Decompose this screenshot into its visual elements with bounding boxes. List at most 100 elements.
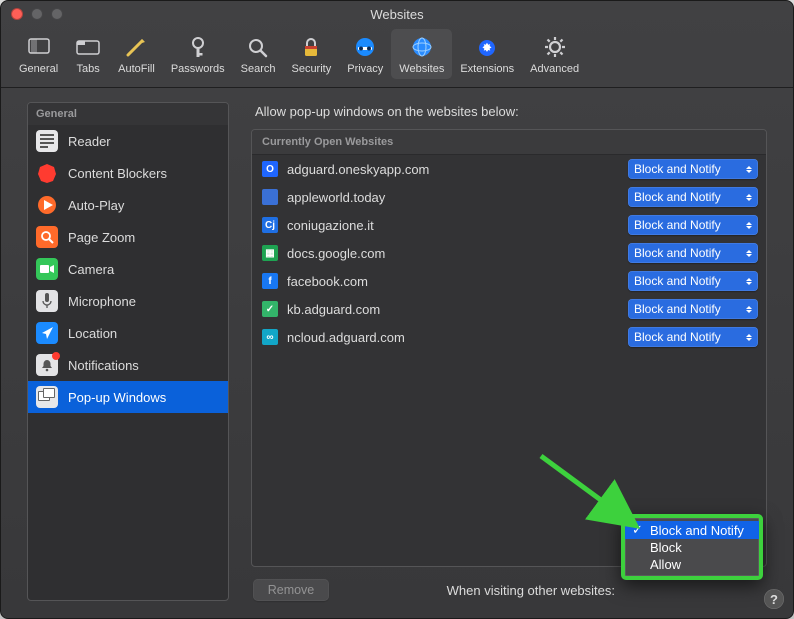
website-domain: kb.adguard.com [287,302,619,317]
permission-select[interactable]: Block and Notify [628,299,758,319]
sidebar-item-location[interactable]: Location [28,317,228,349]
website-domain: coniugazione.it [287,218,619,233]
toolbar-label: Tabs [77,63,100,75]
permission-select[interactable]: Block and Notify [628,187,758,207]
autofill-icon [122,33,150,61]
stepper-icon [746,334,752,341]
toolbar-label: Passwords [171,63,225,75]
popup-option[interactable]: Allow [625,556,759,573]
website-domain: adguard.oneskyapp.com [287,162,619,177]
search-icon [244,33,272,61]
privacy-icon [351,33,379,61]
security-icon [297,33,325,61]
extensions-icon [473,33,501,61]
help-button[interactable]: ? [764,589,784,609]
camera-icon [36,258,58,280]
permission-select[interactable]: Block and Notify [628,243,758,263]
popup-option-label: Block [650,540,682,555]
website-row[interactable]: O adguard.oneskyapp.com Block and Notify [252,155,766,183]
toolbar-search[interactable]: Search [233,29,284,79]
favicon: ▦ [262,245,278,261]
toolbar-websites[interactable]: Websites [391,29,452,79]
toolbar-autofill[interactable]: AutoFill [110,29,163,79]
sidebar-item-microphone[interactable]: Microphone [28,285,228,317]
sidebar-item-label: Reader [68,134,111,149]
toolbar-label: Security [291,63,331,75]
sidebar-item-label: Microphone [68,294,136,309]
website-row[interactable]: ✓ kb.adguard.com Block and Notify [252,295,766,323]
toolbar-general[interactable]: General [11,29,66,79]
notifications-icon [36,354,58,376]
popup-option[interactable]: Block [625,539,759,556]
pane-heading: Allow pop-up windows on the websites bel… [255,104,767,119]
location-icon [36,322,58,344]
stepper-icon [746,250,752,257]
permission-select[interactable]: Block and Notify [628,271,758,291]
stepper-icon [746,306,752,313]
stepper-icon [746,194,752,201]
preferences-toolbar: General Tabs AutoFill Passwords Search S… [1,23,793,87]
permission-select[interactable]: Block and Notify [628,327,758,347]
sidebar-item-camera[interactable]: Camera [28,253,228,285]
sidebar-item-label: Notifications [68,358,139,373]
permission-value: Block and Notify [634,218,721,232]
favicon [262,189,278,205]
stepper-icon [746,166,752,173]
passwords-icon [184,33,212,61]
website-row[interactable]: Cj coniugazione.it Block and Notify [252,211,766,239]
other-websites-label: When visiting other websites: [447,583,615,598]
sidebar-item-label: Pop-up Windows [68,390,166,405]
microphone-icon [36,290,58,312]
page-zoom-icon [36,226,58,248]
website-row[interactable]: f facebook.com Block and Notify [252,267,766,295]
sidebar-item-label: Content Blockers [68,166,167,181]
sidebar-header: General [28,103,228,125]
toolbar-label: Advanced [530,63,579,75]
permission-value: Block and Notify [634,274,721,288]
tabs-icon [74,33,102,61]
websites-sidebar: General Reader Content Blockers Auto-Pla… [27,102,229,601]
permission-value: Block and Notify [634,330,721,344]
permission-value: Block and Notify [634,246,721,260]
sidebar-item-label: Auto-Play [68,198,124,213]
content-blockers-icon [36,162,58,184]
website-row[interactable]: ▦ docs.google.com Block and Notify [252,239,766,267]
favicon: ✓ [262,301,278,317]
permission-value: Block and Notify [634,302,721,316]
sidebar-item-reader[interactable]: Reader [28,125,228,157]
toolbar-passwords[interactable]: Passwords [163,29,233,79]
remove-button[interactable]: Remove [253,579,329,601]
advanced-icon [541,33,569,61]
titlebar: Websites [1,1,793,23]
website-domain: appleworld.today [287,190,619,205]
stepper-icon [746,278,752,285]
window-title: Websites [1,7,793,22]
permission-value: Block and Notify [634,190,721,204]
toolbar-extensions[interactable]: Extensions [452,29,522,79]
other-websites-popup[interactable]: ✓ Block and Notify BlockAllow [621,514,763,580]
sidebar-item-content-blockers[interactable]: Content Blockers [28,157,228,189]
permission-select[interactable]: Block and Notify [628,215,758,235]
list-header: Currently Open Websites [252,130,766,155]
websites-list: Currently Open Websites O adguard.onesky… [251,129,767,567]
website-domain: ncloud.adguard.com [287,330,619,345]
sidebar-item-notifications[interactable]: Notifications [28,349,228,381]
permission-select[interactable]: Block and Notify [628,159,758,179]
toolbar-security[interactable]: Security [283,29,339,79]
sidebar-item-page-zoom[interactable]: Page Zoom [28,221,228,253]
website-row[interactable]: appleworld.today Block and Notify [252,183,766,211]
sidebar-item-popups[interactable]: Pop-up Windows [28,381,228,413]
website-domain: facebook.com [287,274,619,289]
popup-option[interactable]: ✓ Block and Notify [625,521,759,539]
toolbar-privacy[interactable]: Privacy [339,29,391,79]
autoplay-icon [36,194,58,216]
favicon: Cj [262,217,278,233]
websites-icon [408,33,436,61]
toolbar-label: AutoFill [118,63,155,75]
popup-option-label: Block and Notify [650,523,744,538]
website-row[interactable]: ∞ ncloud.adguard.com Block and Notify [252,323,766,351]
sidebar-item-autoplay[interactable]: Auto-Play [28,189,228,221]
toolbar-advanced[interactable]: Advanced [522,29,587,79]
toolbar-tabs[interactable]: Tabs [66,29,110,79]
checkmark-icon: ✓ [631,522,644,538]
